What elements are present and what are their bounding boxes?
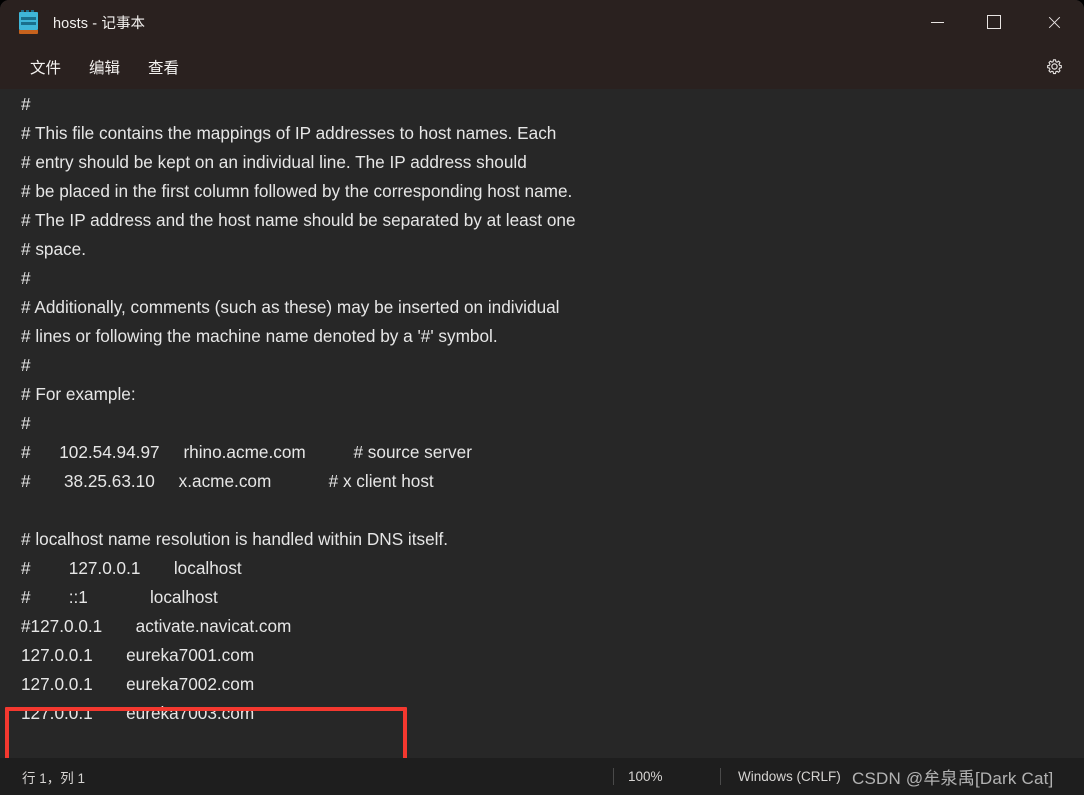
menu-item-list: 文件 编辑 查看 [16, 44, 193, 89]
status-bar: 行 1，列 1 100% Windows (CRLF) [0, 758, 1084, 795]
text-line: # be placed in the first column followed… [21, 181, 573, 201]
menu-bar: 文件 编辑 查看 [0, 44, 1084, 89]
maximize-icon [987, 15, 1001, 29]
text-line: # [21, 94, 31, 114]
minimize-icon [930, 21, 944, 23]
text-line: # entry should be kept on an individual … [21, 152, 527, 172]
text-line: # 127.0.0.1 localhost [21, 558, 242, 578]
settings-button[interactable] [1038, 51, 1070, 83]
text-line: # [21, 268, 31, 288]
close-icon [1047, 15, 1061, 29]
text-line: # ::1 localhost [21, 587, 218, 607]
zoom-level-indicator[interactable]: 100% [628, 758, 663, 795]
text-line: # The IP address and the host name shoul… [21, 210, 576, 230]
text-line: 127.0.0.1 eureka7001.com [21, 645, 255, 665]
maximize-button[interactable] [971, 0, 1017, 44]
text-line: 127.0.0.1 eureka7003.com [21, 703, 255, 723]
minimize-button[interactable] [914, 0, 960, 44]
text-line: # For example: [21, 384, 136, 404]
text-line [21, 496, 1071, 525]
text-line: #127.0.0.1 activate.navicat.com [21, 616, 292, 636]
gear-icon [1046, 59, 1062, 75]
text-line: # space. [21, 239, 86, 259]
title-bar: hosts - 记事本 [0, 0, 1084, 44]
text-line: # 102.54.94.97 rhino.acme.com # source s… [21, 442, 472, 462]
status-divider [720, 768, 721, 785]
menu-item-edit[interactable]: 编辑 [75, 52, 134, 82]
close-button[interactable] [1031, 0, 1077, 44]
notepad-window: hosts - 记事本 文件 编辑 查看 # # This file contai… [0, 0, 1084, 795]
document-text: # # This file contains the mappings of IP… [21, 90, 1071, 728]
title-bar-left: hosts - 记事本 [18, 0, 145, 44]
menu-item-view[interactable]: 查看 [134, 52, 193, 82]
cursor-position-indicator: 行 1，列 1 [22, 770, 86, 786]
text-line: # [21, 355, 31, 375]
text-line: # localhost name resolution is handled w… [21, 529, 449, 549]
line-ending-indicator[interactable]: Windows (CRLF) [738, 758, 841, 795]
text-line: 127.0.0.1 eureka7002.com [21, 674, 255, 694]
notepad-icon [18, 10, 39, 34]
menu-item-file[interactable]: 文件 [16, 52, 75, 82]
status-divider [613, 768, 614, 785]
text-line: # lines or following the machine name de… [21, 326, 498, 346]
window-title: hosts - 记事本 [53, 15, 146, 32]
text-editor-area[interactable]: # # This file contains the mappings of IP… [0, 89, 1084, 758]
text-line: # This file contains the mappings of IP … [21, 123, 557, 143]
text-line: # [21, 413, 31, 433]
text-line: # 38.25.63.10 x.acme.com # x client host [21, 471, 434, 491]
text-line: # Additionally, comments (such as these)… [21, 297, 560, 317]
